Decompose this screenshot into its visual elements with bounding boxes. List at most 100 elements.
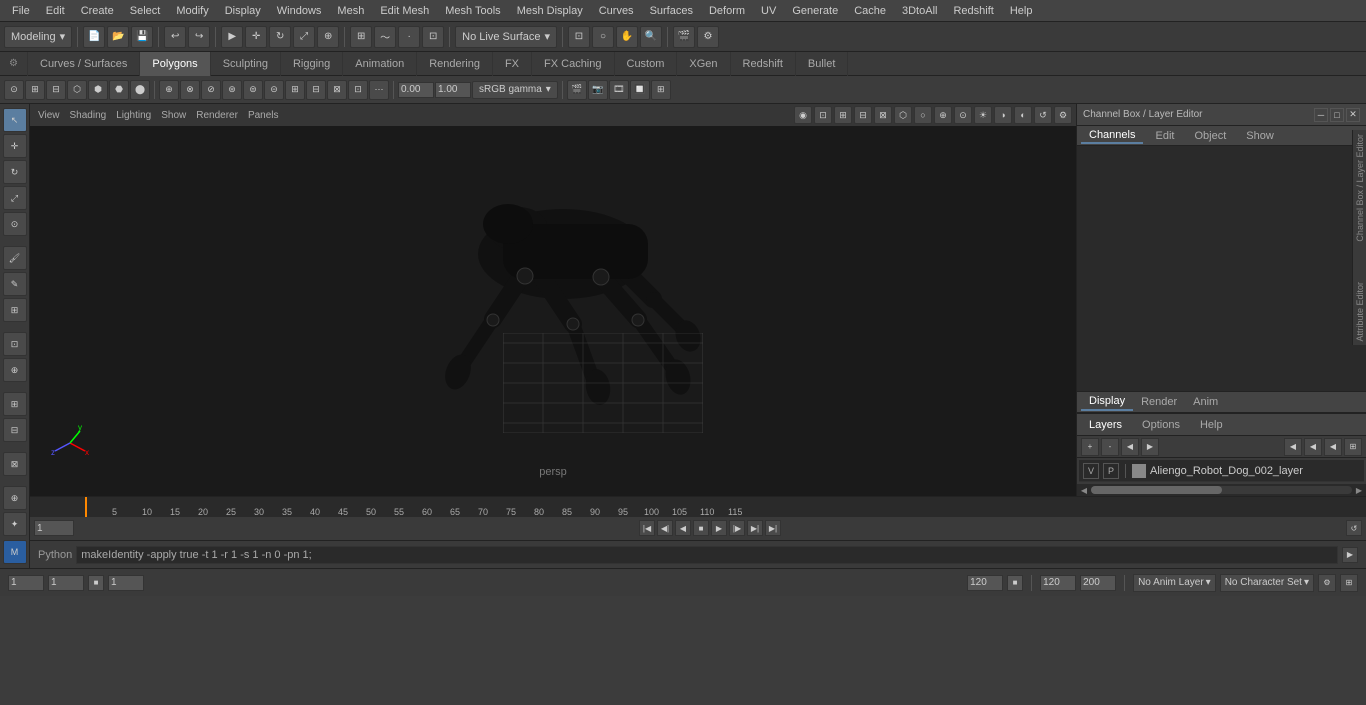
tb2-icon-12[interactable]: ⊜ [243,80,263,100]
save-btn[interactable]: 💾 [131,26,153,48]
tab-edit[interactable]: Edit [1147,129,1182,143]
tb2-render-btn[interactable]: 🎬 [567,80,587,100]
tb2-icon-17[interactable]: ⊡ [348,80,368,100]
tab-xgen[interactable]: XGen [677,52,730,76]
tab-sculpting[interactable]: Sculpting [211,52,281,76]
layer-new-btn[interactable]: + [1081,438,1099,456]
tb2-icon-4[interactable]: ⬡ [67,80,87,100]
soft-select-btn[interactable]: ⊙ [3,212,27,236]
vertical-attribute-editor-label[interactable]: Attribute Editor [1355,282,1365,342]
vp-smooth-btn[interactable]: ○ [914,106,932,124]
end-frame-input[interactable] [967,575,1003,591]
pb-stop-btn[interactable]: ■ [693,520,709,536]
vp-renderer-menu[interactable]: Renderer [192,109,242,122]
layer-opt2[interactable]: ◀ [1304,438,1322,456]
tb2-icon-18[interactable]: ⋯ [369,80,389,100]
maya-logo-btn[interactable]: M [3,540,27,564]
menu-mesh-display[interactable]: Mesh Display [509,3,591,19]
frame-input3[interactable] [108,575,144,591]
tb2-icon-15[interactable]: ⊟ [306,80,326,100]
layer-visibility-btn[interactable]: V [1083,463,1099,479]
channel-box-close-btn[interactable]: ✕ [1346,108,1360,122]
sculpt-btn[interactable]: ✎ [3,272,27,296]
tab-render[interactable]: Render [1133,394,1185,410]
playback-end-input[interactable] [1040,575,1076,591]
render-btn[interactable]: 🎬 [673,26,695,48]
anim-layer-dropdown[interactable]: No Anim Layer ▾ [1133,574,1216,592]
vp-wireframe-btn[interactable]: ⬡ [894,106,912,124]
move-btn[interactable]: ✛ [245,26,267,48]
cam-fit[interactable]: ⊡ [568,26,590,48]
vertical-channel-box-label[interactable]: Channel Box / Layer Editor [1355,134,1365,242]
vp-shading-menu[interactable]: Shading [66,109,111,122]
grid-btn[interactable]: ⊞ [3,392,27,416]
layer-opt4[interactable]: ⊞ [1344,438,1362,456]
vp-lighting-menu[interactable]: Lighting [112,109,155,122]
tab-bullet[interactable]: Bullet [796,52,849,76]
char-set-dropdown[interactable]: No Character Set ▾ [1220,574,1314,592]
menu-mesh[interactable]: Mesh [329,3,372,19]
pb-step-back-btn[interactable]: |◀ [639,520,655,536]
menu-edit[interactable]: Edit [38,3,73,19]
paint-btn[interactable]: 🖌 [3,246,27,270]
tb2-icon-8[interactable]: ⊕ [159,80,179,100]
scale-tool-btn[interactable]: ⤢ [3,186,27,210]
grid2-btn[interactable]: ⊟ [3,418,27,442]
tb2-icon-5[interactable]: ⬢ [88,80,108,100]
vp-ao-btn[interactable]: ◐ [1014,106,1032,124]
channel-box-minimize-btn[interactable]: ─ [1314,108,1328,122]
scale-btn[interactable]: ⤢ [293,26,315,48]
vp-settings-btn[interactable]: ⚙ [1054,106,1072,124]
vp-loop-btn[interactable]: ↺ [1034,106,1052,124]
vp-show-menu[interactable]: Show [157,109,190,122]
menu-help[interactable]: Help [1002,3,1041,19]
layer-menu-help[interactable]: Help [1192,417,1231,433]
extrude-btn[interactable]: ⊞ [3,298,27,322]
menu-cache[interactable]: Cache [846,3,894,19]
bb-settings-btn[interactable]: ⚙ [1318,574,1336,592]
menu-edit-mesh[interactable]: Edit Mesh [372,3,437,19]
cam-pan[interactable]: ✋ [616,26,638,48]
tb2-icon-11[interactable]: ⊛ [222,80,242,100]
snap-point[interactable]: · [398,26,420,48]
undo-btn[interactable]: ↩ [164,26,186,48]
channel-box-maximize-btn[interactable]: □ [1330,108,1344,122]
menu-redshift[interactable]: Redshift [945,3,1001,19]
layer-scroll-right[interactable]: ▶ [1354,486,1364,495]
snap-grid[interactable]: ⊞ [350,26,372,48]
vp-cam-btn3[interactable]: ⊞ [834,106,852,124]
tb2-icon-16[interactable]: ⊠ [327,80,347,100]
menu-file[interactable]: File [4,3,38,19]
menu-windows[interactable]: Windows [269,3,330,19]
vp-cam-btn4[interactable]: ⊟ [854,106,872,124]
move-tool-btn[interactable]: ✛ [3,134,27,158]
tab-fx[interactable]: FX [493,52,532,76]
tab-rendering[interactable]: Rendering [417,52,493,76]
tb2-render4-btn[interactable]: 🔲 [630,80,650,100]
menu-uv[interactable]: UV [753,3,784,19]
tab-curves-surfaces[interactable]: Curves / Surfaces [28,52,140,76]
tb2-icon-3[interactable]: ⊟ [46,80,66,100]
tb2-icon-10[interactable]: ⊘ [201,80,221,100]
live-surface-dropdown[interactable]: No Live Surface ▾ [455,26,557,48]
rotate-btn[interactable]: ↻ [269,26,291,48]
layer-menu-layers[interactable]: Layers [1081,417,1130,433]
bb-options-btn[interactable]: ⊞ [1340,574,1358,592]
cam-zoom[interactable]: 🔍 [640,26,662,48]
display-btn[interactable]: ⊠ [3,452,27,476]
pb-next-key-btn[interactable]: |▶ [729,520,745,536]
snap-curve[interactable]: 〜 [374,26,396,48]
tb2-icon-13[interactable]: ⊝ [264,80,284,100]
rotate-tool-btn[interactable]: ↻ [3,160,27,184]
snap-surface[interactable]: ⊡ [422,26,444,48]
pb-loop-btn[interactable]: ↺ [1346,520,1362,536]
layer-color-swatch[interactable] [1132,464,1146,478]
vp-light-btn[interactable]: ☀ [974,106,992,124]
layer-opt3[interactable]: ◀ [1324,438,1342,456]
current-frame-input[interactable] [34,520,74,536]
command-run-btn[interactable]: ▶ [1342,547,1358,563]
snap-btn[interactable]: ⊡ [3,332,27,356]
tb2-icon-2[interactable]: ⊞ [25,80,45,100]
menu-create[interactable]: Create [73,3,122,19]
menu-deform[interactable]: Deform [701,3,753,19]
